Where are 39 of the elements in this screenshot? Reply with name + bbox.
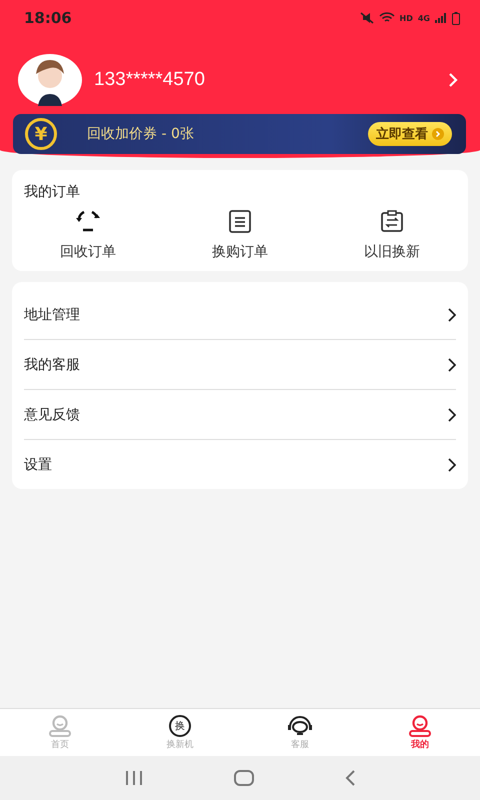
chevron-circle-icon xyxy=(432,128,444,140)
swap-character-icon: 换 xyxy=(169,714,191,736)
network-type: 4G xyxy=(418,14,430,22)
recycle-arrows-icon[interactable] xyxy=(75,209,101,233)
menu-item[interactable]: 意见反馈 xyxy=(24,390,456,440)
person-icon xyxy=(48,714,72,736)
chevron-right-icon[interactable] xyxy=(448,72,458,88)
status-time: 18:06 xyxy=(24,9,72,27)
coupon-text: 回收加价券 - 0张 xyxy=(87,125,195,143)
wifi-icon xyxy=(378,12,395,24)
avatar[interactable] xyxy=(18,54,82,106)
coupon-banner[interactable]: ¥ 回收加价券 - 0张 立即查看 xyxy=(13,114,466,154)
recent-apps-icon[interactable] xyxy=(125,771,144,785)
view-now-button[interactable]: 立即查看 xyxy=(368,122,452,146)
chevron-right-icon xyxy=(448,358,456,372)
yen-coin-icon: ¥ xyxy=(25,118,57,150)
document-list-icon[interactable] xyxy=(229,209,251,233)
order-type-label[interactable]: 回收订单 xyxy=(60,243,116,261)
order-type-label[interactable]: 以旧换新 xyxy=(364,243,420,261)
signal-icon xyxy=(435,13,447,23)
phone-number[interactable]: 133*****4570 xyxy=(94,69,448,91)
chevron-right-icon xyxy=(448,408,456,422)
chevron-right-icon xyxy=(448,458,456,472)
person-icon xyxy=(408,714,432,736)
back-icon[interactable] xyxy=(344,770,355,786)
network-label: HD xyxy=(400,14,413,22)
home-icon[interactable] xyxy=(234,770,254,786)
clipboard-swap-icon[interactable] xyxy=(381,209,403,233)
chevron-right-icon xyxy=(448,308,456,322)
battery-icon xyxy=(452,12,460,24)
menu-item[interactable]: 地址管理 xyxy=(24,290,456,340)
menu-item[interactable]: 我的客服 xyxy=(24,340,456,390)
orders-title: 我的订单 xyxy=(23,183,81,201)
headset-icon xyxy=(287,714,313,736)
mute-icon xyxy=(360,12,374,24)
tab-item[interactable]: 换 换新机 xyxy=(120,709,240,756)
menu-item[interactable]: 设置 xyxy=(24,440,456,489)
order-type-label[interactable]: 换购订单 xyxy=(212,243,268,261)
tab-item[interactable]: 我的 xyxy=(360,709,480,756)
